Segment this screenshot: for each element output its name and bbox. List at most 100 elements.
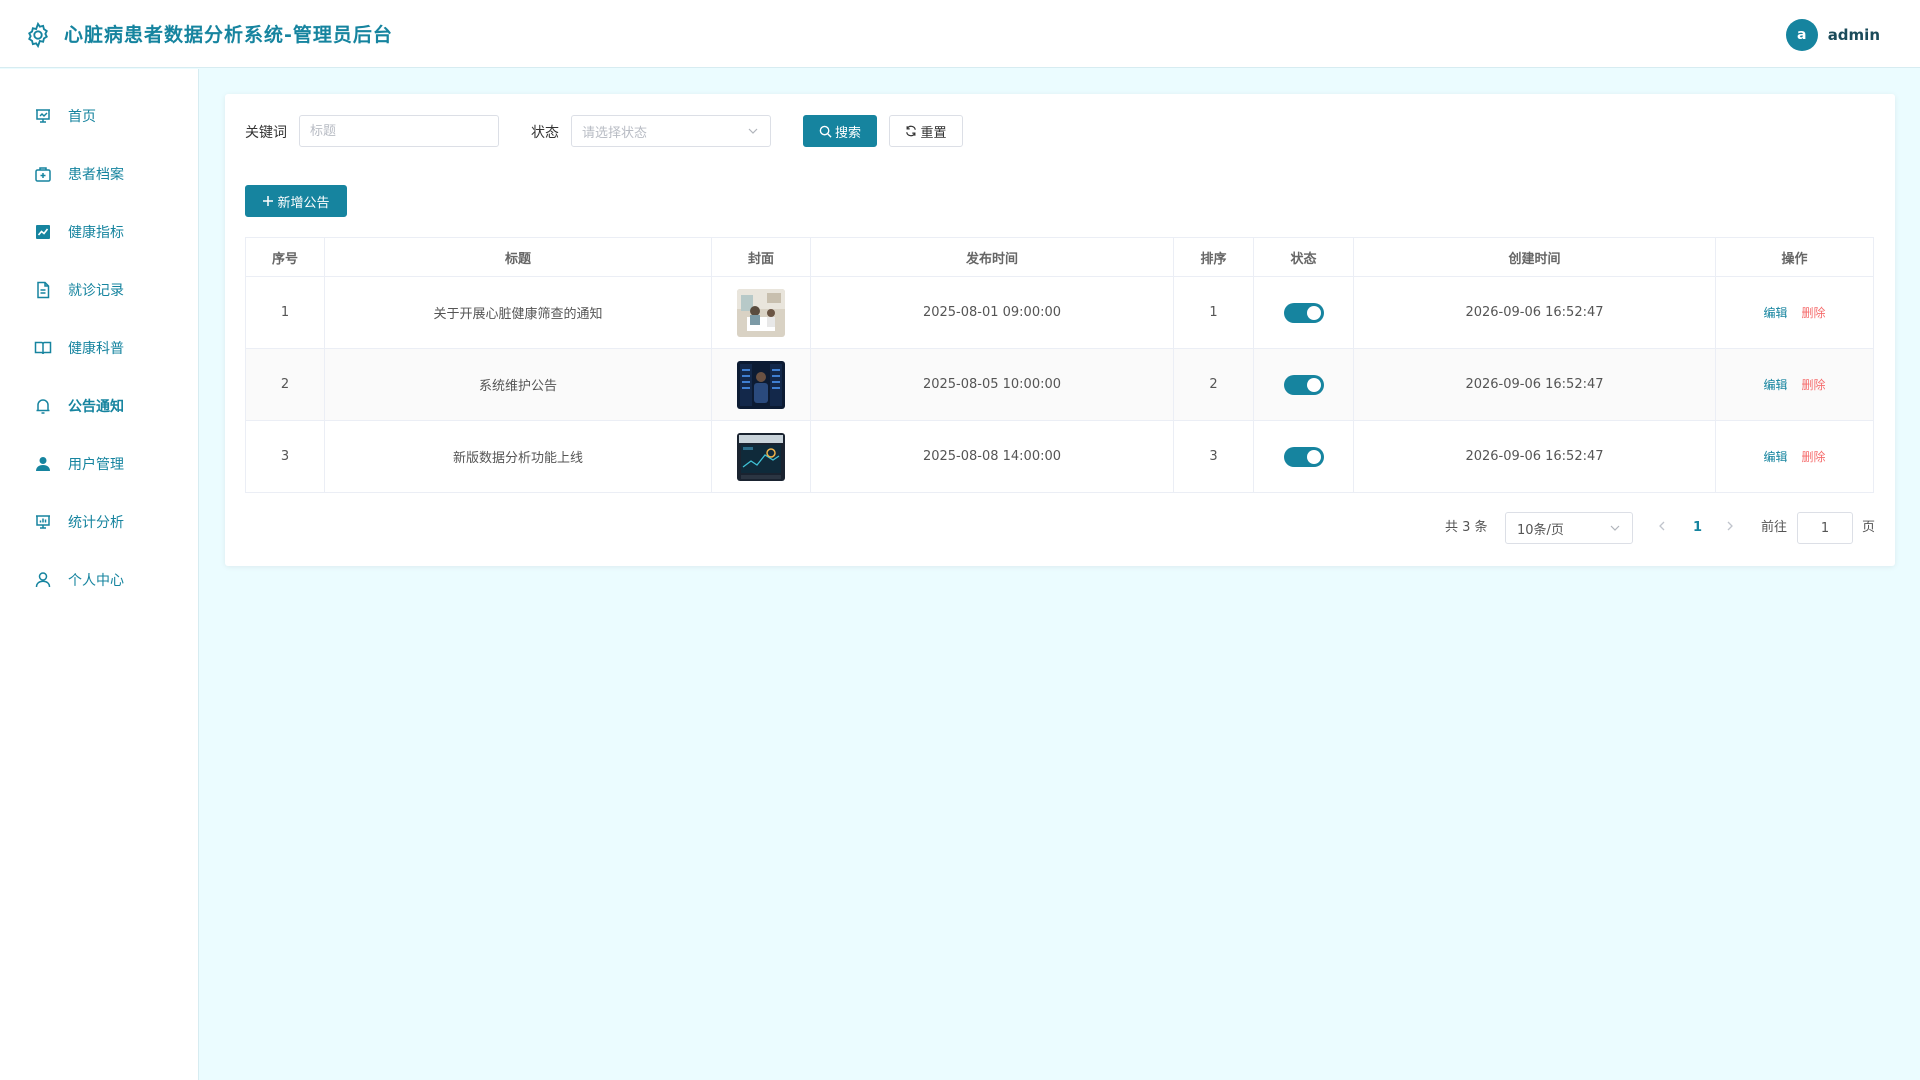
page-size-select[interactable]: 10条/页 [1505,512,1633,544]
app-title: 心脏病患者数据分析系统-管理员后台 [64,24,393,46]
sidebar-item-label: 个人中心 [68,573,124,589]
edit-button[interactable]: 编辑 [1763,378,1787,392]
chevron-left-icon [1659,521,1665,531]
row-title: 系统维护公告 [324,348,712,421]
row-title: 新版数据分析功能上线 [324,420,712,493]
refresh-icon [906,125,917,137]
sidebar-item-statistics[interactable]: 统计分析 [0,499,198,545]
search-button[interactable]: 搜索 [803,115,877,147]
avatar[interactable]: a [1785,19,1818,51]
status-toggle[interactable] [1283,374,1324,395]
dashboard-icon [36,109,50,123]
medical-kit-icon [35,167,51,182]
document-icon [37,281,50,299]
add-announcement-label: 新增公告 [277,195,330,211]
chevron-right-icon [1727,521,1733,531]
sidebar-item-announcements[interactable]: 公告通知 [0,383,198,429]
page-number-current[interactable]: 1 [1693,512,1702,544]
sidebar-item-health-education[interactable]: 健康科普 [0,325,198,371]
row-created-time: 2026-09-06 16:52:47 [1353,348,1716,421]
status-select-placeholder: 请选择状态 [582,125,648,141]
goto-page-input[interactable] [1797,512,1853,544]
sidebar-item-health-indicators[interactable]: 健康指标 [0,209,198,255]
cover-image[interactable] [737,288,785,337]
chevron-down-icon [1610,525,1620,531]
row-sort: 2 [1173,348,1254,421]
book-icon [34,341,52,355]
user-icon [35,572,51,588]
keyword-input[interactable] [299,115,499,147]
sidebar-item-patients[interactable]: 患者档案 [0,151,198,197]
edit-button[interactable]: 编辑 [1763,450,1787,464]
sidebar-item-profile[interactable]: 个人中心 [0,557,198,603]
row-actions: 编辑 删除 [1715,348,1874,421]
next-page-button[interactable] [1725,512,1735,544]
prev-page-button[interactable] [1657,512,1667,544]
status-label: 状态 [531,125,559,141]
cover-image[interactable] [737,360,785,409]
reset-button[interactable]: 重置 [889,115,963,147]
sidebar-item-label: 首页 [68,109,96,125]
sidebar-item-visit-records[interactable]: 就诊记录 [0,267,198,313]
column-header: 序号 [245,237,325,277]
edit-button[interactable]: 编辑 [1763,306,1787,320]
username[interactable]: admin [1828,26,1880,44]
user-filled-icon [36,457,50,471]
keyword-label: 关键词 [245,125,287,141]
row-title: 关于开展心脏健康筛查的通知 [324,276,712,349]
sidebar-item-label: 健康指标 [68,225,124,241]
row-publish-time: 2025-08-08 14:00:00 [810,420,1174,493]
page-suffix-label: 页 [1862,520,1876,535]
trend-chart-icon [36,225,50,239]
row-cover-cell [711,348,811,421]
page-size-value: 10条/页 [1517,522,1564,538]
column-header: 排序 [1173,237,1254,277]
delete-button[interactable]: 删除 [1802,306,1826,320]
sidebar-item-user-management[interactable]: 用户管理 [0,441,198,487]
search-icon [819,125,832,138]
row-sort: 1 [1173,276,1254,349]
row-actions: 编辑 删除 [1715,276,1874,349]
add-announcement-button[interactable]: 新增公告 [245,185,347,217]
row-sort: 3 [1173,420,1254,493]
chevron-down-icon [748,128,758,134]
row-cover-cell [711,420,811,493]
pagination: 共 3 条 10条/页 1 前往 页 [225,512,1895,544]
user-menu[interactable]: a admin [1785,19,1880,51]
bell-icon [36,399,50,414]
row-actions: 编辑 删除 [1715,420,1874,493]
status-select[interactable]: 请选择状态 [571,115,771,147]
column-header: 创建时间 [1353,237,1716,277]
cover-image[interactable] [737,432,785,481]
reset-button-label: 重置 [920,125,947,141]
row-index: 3 [245,420,325,493]
status-toggle[interactable] [1283,446,1324,467]
sidebar-item-label: 统计分析 [68,515,124,531]
sidebar-item-home[interactable]: 首页 [0,93,198,139]
table-row: 3 新版数据分析功能上线 2025-08-08 14:00:00 3 2026-… [245,420,1874,493]
sidebar-item-label: 用户管理 [68,457,124,473]
delete-button[interactable]: 删除 [1802,378,1826,392]
gear-icon [28,21,48,49]
search-button-label: 搜索 [834,125,861,141]
sidebar-item-label: 就诊记录 [68,283,124,299]
plus-icon [263,196,274,206]
column-header: 发布时间 [810,237,1174,277]
column-header: 状态 [1253,237,1354,277]
table-row: 2 系统维护公告 2025-08-05 10:00:00 2 2026-09-0… [245,348,1874,421]
row-publish-time: 2025-08-05 10:00:00 [810,348,1174,421]
announcement-table: 序号 标题 封面 发布时间 排序 状态 创建时间 操作 1 关于开展心脏健康筛查… [245,237,1874,493]
delete-button[interactable]: 删除 [1802,450,1826,464]
column-header: 标题 [324,237,712,277]
row-status-cell [1253,276,1354,349]
row-publish-time: 2025-08-01 09:00:00 [810,276,1174,349]
table-header-row: 序号 标题 封面 发布时间 排序 状态 创建时间 操作 [245,237,1874,277]
row-created-time: 2026-09-06 16:52:47 [1353,420,1716,493]
row-index: 2 [245,348,325,421]
status-toggle[interactable] [1283,302,1324,323]
column-header: 操作 [1715,237,1874,277]
row-status-cell [1253,420,1354,493]
row-cover-cell [711,276,811,349]
sidebar-item-label: 患者档案 [68,167,124,183]
announcement-panel: 关键词 状态 请选择状态 搜索 重置 新增公告 序号 标题 封面 发布时间 排序 [225,94,1895,566]
